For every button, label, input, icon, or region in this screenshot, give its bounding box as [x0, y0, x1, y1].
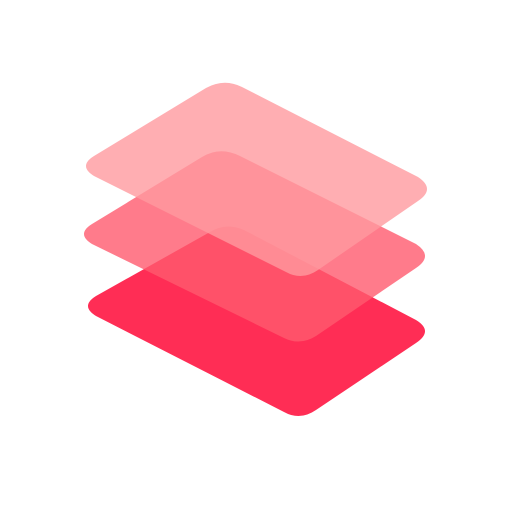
app-icon-canvas	[0, 0, 512, 512]
stacked-layers-icon	[84, 82, 427, 417]
